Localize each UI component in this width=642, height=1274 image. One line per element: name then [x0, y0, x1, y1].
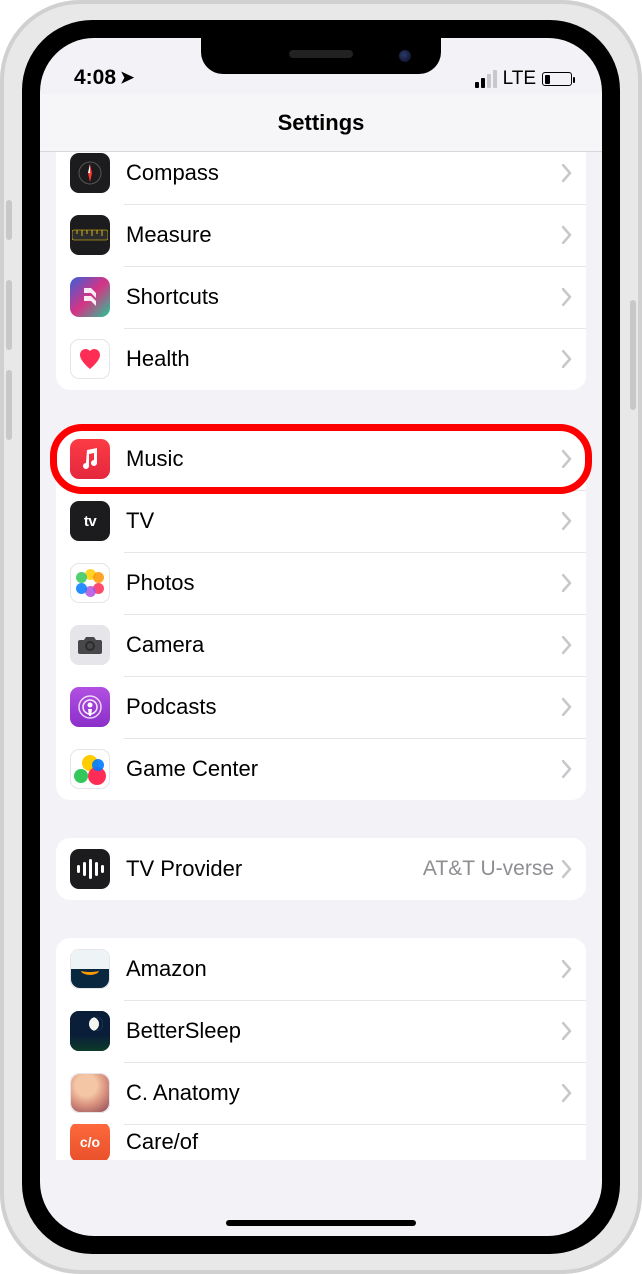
volume-up-button — [6, 280, 12, 350]
row-label: BetterSleep — [126, 1018, 562, 1044]
settings-row-careof[interactable]: c/o Care/of — [56, 1124, 586, 1160]
settings-group-tvprovider: TV Provider AT&T U-verse — [56, 838, 586, 900]
row-label: Health — [126, 346, 562, 372]
photos-icon — [70, 563, 110, 603]
chevron-right-icon — [562, 698, 572, 716]
notch — [201, 38, 441, 74]
home-indicator[interactable] — [226, 1220, 416, 1226]
row-label: Compass — [126, 160, 562, 186]
power-button — [630, 300, 636, 410]
settings-row-tv[interactable]: tv TV — [56, 490, 586, 552]
settings-row-shortcuts[interactable]: Shortcuts — [56, 266, 586, 328]
settings-row-podcasts[interactable]: Podcasts — [56, 676, 586, 738]
gamecenter-icon — [70, 749, 110, 789]
row-label: TV — [126, 508, 562, 534]
settings-row-canatomy[interactable]: C. Anatomy — [56, 1062, 586, 1124]
settings-row-measure[interactable]: Measure — [56, 204, 586, 266]
compass-icon — [70, 153, 110, 193]
row-label: Care/of — [126, 1129, 572, 1155]
measure-icon — [70, 215, 110, 255]
shortcuts-icon — [70, 277, 110, 317]
settings-group-thirdparty: Amazon BetterSleep C. Anatomy — [56, 938, 586, 1160]
row-label: Camera — [126, 632, 562, 658]
chevron-right-icon — [562, 450, 572, 468]
tvprovider-icon — [70, 849, 110, 889]
settings-row-tvprovider[interactable]: TV Provider AT&T U-verse — [56, 838, 586, 900]
chevron-right-icon — [562, 512, 572, 530]
podcasts-icon — [70, 687, 110, 727]
mute-switch — [6, 200, 12, 240]
chevron-right-icon — [562, 1022, 572, 1040]
chevron-right-icon — [562, 960, 572, 978]
camera-icon — [70, 625, 110, 665]
settings-row-bettersleep[interactable]: BetterSleep — [56, 1000, 586, 1062]
music-icon — [70, 439, 110, 479]
chevron-right-icon — [562, 350, 572, 368]
chevron-right-icon — [562, 164, 572, 182]
row-label: Shortcuts — [126, 284, 562, 310]
settings-row-compass[interactable]: Compass — [56, 152, 586, 204]
chevron-right-icon — [562, 574, 572, 592]
chevron-right-icon — [562, 860, 572, 878]
row-label: Music — [126, 446, 562, 472]
bettersleep-icon — [70, 1011, 110, 1051]
settings-group-media: Music tv TV — [56, 428, 586, 800]
volume-down-button — [6, 370, 12, 440]
amazon-icon — [70, 949, 110, 989]
navigation-bar: Settings — [40, 94, 602, 152]
phone-frame: 4:08 ➤ LTE Settings — [0, 0, 642, 1274]
signal-icon — [475, 70, 497, 88]
chevron-right-icon — [562, 636, 572, 654]
settings-group-utilities: Compass Measure — [56, 152, 586, 390]
network-label: LTE — [503, 68, 536, 90]
settings-row-amazon[interactable]: Amazon — [56, 938, 586, 1000]
settings-row-health[interactable]: Health — [56, 328, 586, 390]
chevron-right-icon — [562, 1084, 572, 1102]
row-label: Photos — [126, 570, 562, 596]
row-label: Measure — [126, 222, 562, 248]
careof-icon: c/o — [70, 1124, 110, 1160]
settings-row-gamecenter[interactable]: Game Center — [56, 738, 586, 800]
status-time: 4:08 — [74, 66, 116, 90]
location-icon: ➤ — [120, 68, 134, 88]
row-detail: AT&T U-verse — [423, 857, 554, 881]
health-icon — [70, 339, 110, 379]
chevron-right-icon — [562, 760, 572, 778]
chevron-right-icon — [562, 226, 572, 244]
settings-row-music[interactable]: Music — [56, 428, 586, 490]
row-label: TV Provider — [126, 856, 423, 882]
settings-row-photos[interactable]: Photos — [56, 552, 586, 614]
row-label: Amazon — [126, 956, 562, 982]
row-label: Game Center — [126, 756, 562, 782]
screen: 4:08 ➤ LTE Settings — [40, 38, 602, 1236]
row-label: Podcasts — [126, 694, 562, 720]
settings-row-camera[interactable]: Camera — [56, 614, 586, 676]
page-title: Settings — [278, 110, 365, 136]
battery-icon — [542, 72, 572, 86]
chevron-right-icon — [562, 288, 572, 306]
row-label: C. Anatomy — [126, 1080, 562, 1106]
settings-scroll[interactable]: Compass Measure — [40, 152, 602, 1236]
tv-icon: tv — [70, 501, 110, 541]
anatomy-icon — [70, 1073, 110, 1113]
